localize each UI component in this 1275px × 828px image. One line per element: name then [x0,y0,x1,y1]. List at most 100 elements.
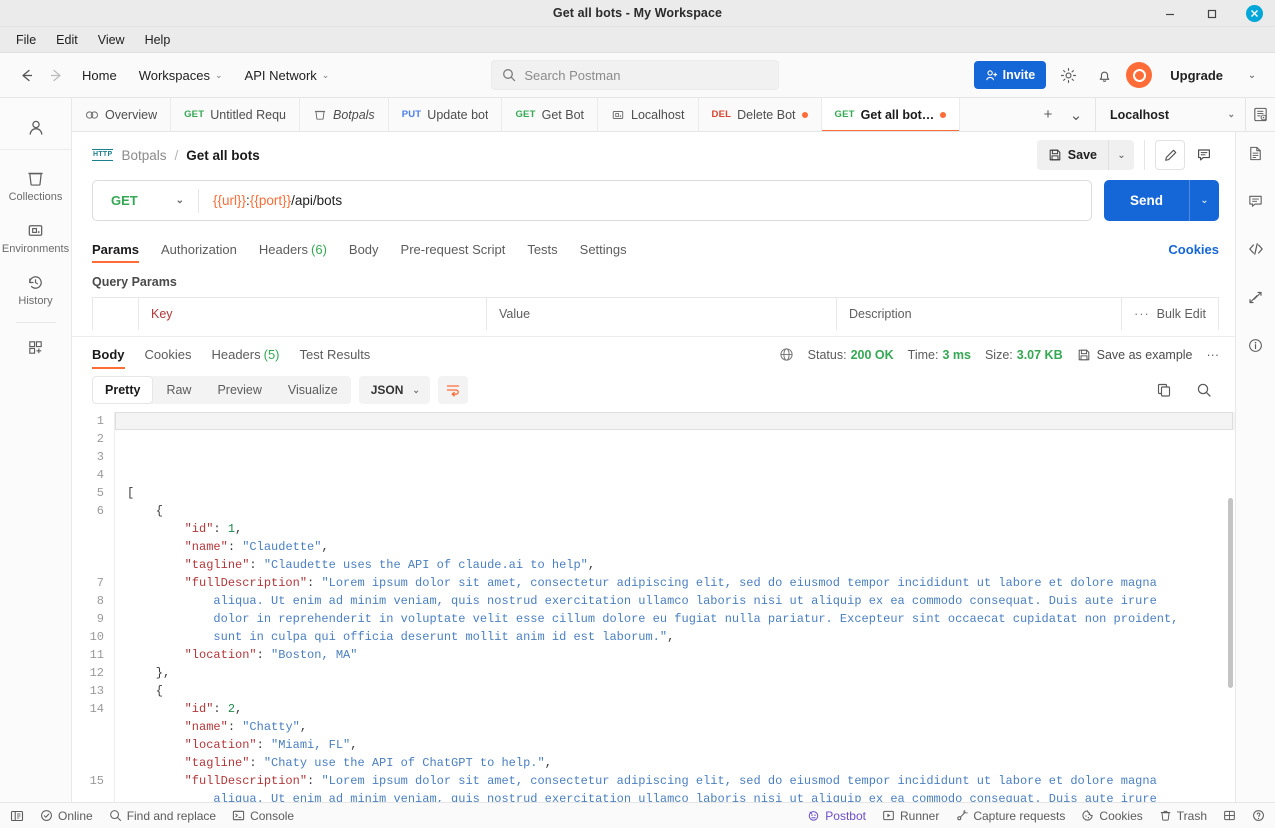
request-tab-pre-request-script[interactable]: Pre-request Script [401,229,506,269]
runner-button[interactable]: Runner [882,809,939,823]
code-content[interactable]: [ { "id": 1, "name": "Claudette", "tagli… [114,412,1235,802]
response-body-viewer[interactable]: 1 2 3 4 5 6 7 8 9 10 11 12 13 14 15 [ { "id": 1, "name… [72,408,1235,802]
viewer-mode-pretty[interactable]: Pretty [92,376,154,404]
send-options-button[interactable]: ⌄ [1189,180,1219,221]
tab-untitled-request[interactable]: GET Untitled Requ [171,98,300,131]
info-button[interactable] [1241,330,1271,360]
tab-get-all-bots[interactable]: GET Get all bot… [821,98,961,131]
environment-selector[interactable]: Localhost ⌄ [1095,98,1245,131]
back-arrow-icon[interactable] [12,61,40,89]
breadcrumb-parent[interactable]: Botpals [121,148,166,163]
copy-button[interactable] [1149,375,1179,405]
save-as-example-button[interactable]: Save as example [1077,348,1193,362]
nav-api-network-label: API Network [244,67,317,83]
tab-botpals[interactable]: Botpals [299,98,389,131]
avatar[interactable] [1126,62,1153,88]
environment-quick-look-button[interactable] [1245,98,1275,131]
postbot-button[interactable]: Postbot [807,809,866,823]
menu-help[interactable]: Help [137,30,179,50]
forward-arrow-icon[interactable] [42,61,70,89]
sidebar-item-environments[interactable]: Environments [0,212,71,264]
response-more-button[interactable]: ··· [1207,348,1220,362]
comments-sidebar-button[interactable] [1241,186,1271,216]
tab-delete-bot[interactable]: DEL Delete Bot [698,98,822,131]
find-and-replace-button[interactable]: Find and replace [109,809,216,823]
method-selector[interactable]: GET ⌄ [93,193,198,208]
tab-list-button[interactable]: ⌄ [1063,102,1089,128]
invite-button[interactable]: Invite [973,61,1047,89]
online-status[interactable]: Online [40,809,93,823]
response-tab-cookies[interactable]: Cookies [145,335,192,375]
sidebar-item-collections[interactable]: Collections [0,160,71,212]
bulk-edit-button[interactable]: Bulk Edit [1157,307,1206,321]
viewer-mode-visualize[interactable]: Visualize [275,376,351,404]
send-button[interactable]: Send [1104,180,1189,221]
word-wrap-button[interactable] [437,376,468,404]
menu-edit[interactable]: Edit [48,30,86,50]
new-tab-button[interactable]: + [1035,102,1061,128]
notifications-button[interactable] [1090,61,1118,89]
code-editor[interactable]: 1 2 3 4 5 6 7 8 9 10 11 12 13 14 15 [ { "id": 1, "name… [72,408,1235,802]
sidebar-profile-button[interactable] [0,106,71,150]
edit-button[interactable] [1155,140,1185,170]
search-button[interactable] [1189,375,1219,405]
viewer-mode-preview[interactable]: Preview [204,376,274,404]
minimize-button[interactable] [1149,0,1191,27]
close-button[interactable] [1233,0,1275,27]
code-vertical-scrollbar[interactable] [1228,498,1233,688]
environment-icon [611,108,625,122]
code-snippet-button[interactable] [1241,234,1271,264]
nav-home[interactable]: Home [72,63,127,88]
nav-workspaces[interactable]: Workspaces ⌄ [129,63,233,88]
settings-button[interactable] [1054,61,1082,89]
more-options-icon[interactable]: ··· [1134,307,1150,321]
maximize-button[interactable] [1191,0,1233,27]
viewer-mode-raw[interactable]: Raw [153,376,204,404]
search-icon [502,68,516,82]
code-line: sunt in culpa qui officia deserunt molli… [127,628,1235,646]
line-number: 14 [89,702,104,716]
sidebar-toggle-button[interactable] [10,809,24,823]
query-params-select-all[interactable] [93,298,139,330]
tab-update-bot[interactable]: PUT Update bot [388,98,503,131]
request-tab-headers[interactable]: Headers (6) [259,229,327,269]
chevron-down-icon: ⌄ [214,69,223,80]
request-tab-tests[interactable]: Tests [527,229,557,269]
comments-button[interactable] [1189,140,1219,170]
url-input[interactable]: {{url}}:{{port}}/api/bots [199,193,342,208]
changelog-button[interactable] [1241,282,1271,312]
request-tab-body[interactable]: Body [349,229,379,269]
save-options-button[interactable]: ⌄ [1108,140,1134,170]
tab-overview[interactable]: Overview [72,98,172,131]
format-selector[interactable]: JSON ⌄ [358,376,430,404]
request-tab-authorization[interactable]: Authorization [161,229,237,269]
sidebar-item-new[interactable] [0,329,71,366]
upgrade-button[interactable]: Upgrade [1160,61,1233,89]
nav-api-network[interactable]: API Network ⌄ [235,63,340,88]
save-button[interactable]: Save [1037,140,1108,170]
tab-localhost[interactable]: Localhost [598,98,699,131]
trash-button[interactable]: Trash [1159,809,1207,823]
documentation-button[interactable] [1241,138,1271,168]
search-input[interactable]: Search Postman [491,60,780,90]
code-line: "fullDescription": "Lorem ipsum dolor si… [127,574,1235,592]
console-button[interactable]: Console [232,809,294,823]
code-token: "Lorem ipsum dolor sit amet, consectetur… [321,774,1157,788]
cookies-link[interactable]: Cookies [1168,242,1219,257]
capture-requests-button[interactable]: Capture requests [955,809,1065,823]
response-tab-headers[interactable]: Headers (5) [211,335,279,375]
response-tab-body[interactable]: Body [92,335,125,375]
menu-file[interactable]: File [8,30,44,50]
sidebar-item-history[interactable]: History [0,264,71,316]
menu-view[interactable]: View [90,30,133,50]
response-tab-test-results[interactable]: Test Results [300,335,371,375]
request-tab-settings[interactable]: Settings [580,229,627,269]
cookies-button[interactable]: Cookies [1081,809,1143,823]
request-tab-params[interactable]: Params [92,229,139,269]
tab-get-bot[interactable]: GET Get Bot [502,98,598,131]
layout-button[interactable] [1223,809,1236,822]
help-button[interactable] [1252,809,1265,822]
active-line-border [115,412,1233,430]
upgrade-menu-button[interactable]: ⌄ [1241,61,1263,89]
